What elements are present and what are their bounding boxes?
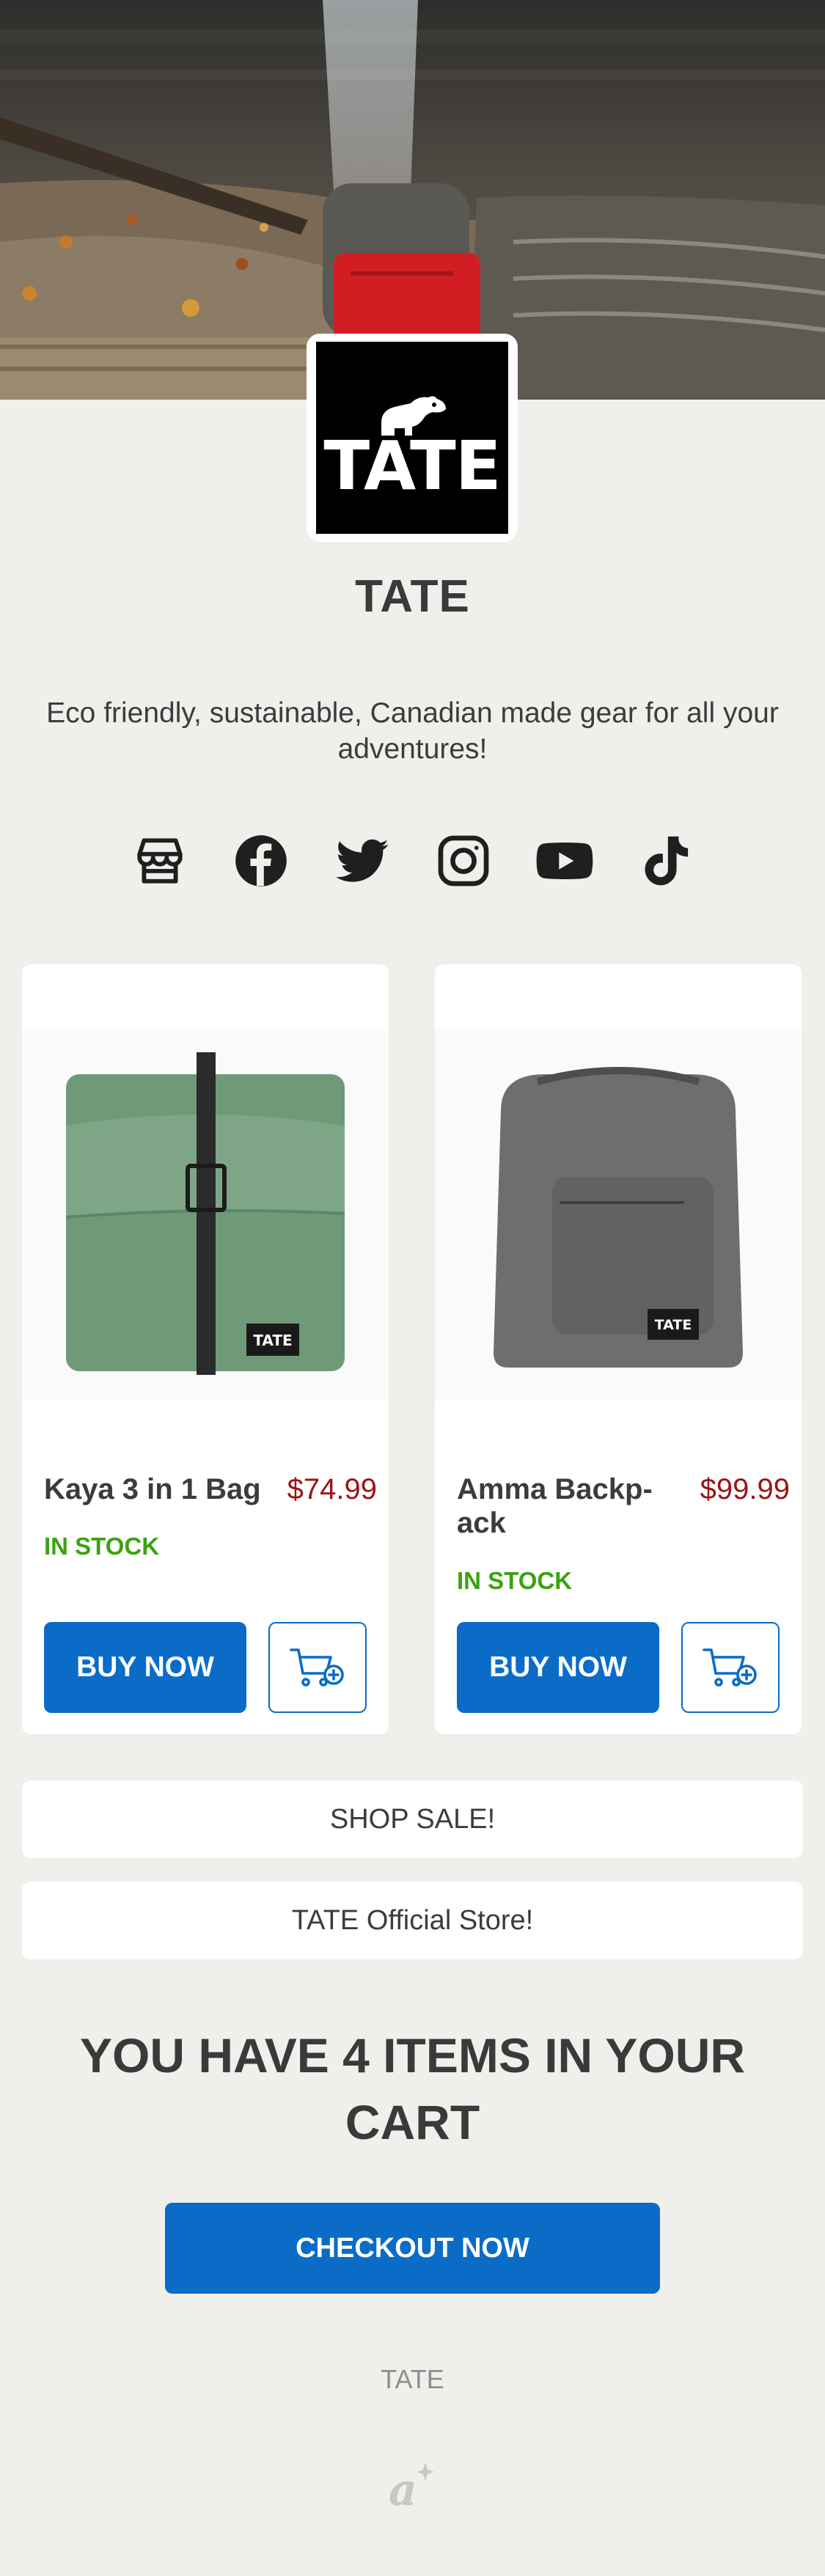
- instagram-icon[interactable]: [433, 830, 494, 892]
- product-tag-text: TATE: [655, 1317, 692, 1333]
- product-image[interactable]: TATE: [22, 1030, 389, 1401]
- social-links: [0, 830, 825, 903]
- product-name[interactable]: Kaya 3 in 1 Bag: [44, 1472, 261, 1506]
- brand-title: TATE: [355, 571, 470, 622]
- brand-tagline: Eco friendly, sustainable, Canadian made…: [46, 697, 779, 765]
- facebook-icon[interactable]: [230, 830, 292, 892]
- product-price: $99.99: [700, 1473, 790, 1505]
- product-card: TATE Kaya 3 in 1 Bag $74.99 IN STOCK BUY…: [22, 964, 389, 1734]
- cart-items-heading: YOU HAVE 4 ITEMS IN YOUR CART: [79, 2028, 746, 2149]
- platform-logo-icon[interactable]: a: [383, 2456, 441, 2519]
- buy-now-button[interactable]: BUY NOW: [44, 1622, 246, 1713]
- product-card: TATE Amma Backp- ack $99.99 IN STOCK BUY…: [435, 964, 802, 1734]
- product-tag-text: TATE: [253, 1332, 292, 1349]
- stock-status: IN STOCK: [44, 1533, 160, 1560]
- add-to-cart-button[interactable]: [681, 1622, 780, 1713]
- brand-logo: TATE: [307, 334, 518, 542]
- official-store-link[interactable]: TATE Official Store!: [22, 1882, 803, 1959]
- product-name[interactable]: Amma Backp- ack: [457, 1472, 662, 1540]
- cart-add-icon: [703, 1648, 757, 1687]
- tiktok-icon[interactable]: [635, 830, 697, 892]
- cart-add-icon: [290, 1648, 344, 1687]
- product-image[interactable]: TATE: [435, 1030, 802, 1401]
- checkout-now-button[interactable]: CHECKOUT NOW: [165, 2203, 660, 2294]
- buy-now-button[interactable]: BUY NOW: [457, 1622, 659, 1713]
- brand-logo-tile: TATE: [316, 342, 508, 534]
- logo-wordmark: TATE: [323, 427, 501, 505]
- svg-text:a: a: [389, 2465, 417, 2515]
- shop-sale-link[interactable]: SHOP SALE!: [22, 1780, 803, 1858]
- product-price: $74.99: [287, 1473, 377, 1505]
- twitter-icon[interactable]: [331, 830, 393, 892]
- youtube-icon[interactable]: [534, 830, 595, 892]
- footer-brand-name: TATE: [381, 2364, 444, 2394]
- stock-status: IN STOCK: [457, 1567, 573, 1594]
- add-to-cart-button[interactable]: [268, 1622, 367, 1713]
- store-icon[interactable]: [129, 830, 191, 892]
